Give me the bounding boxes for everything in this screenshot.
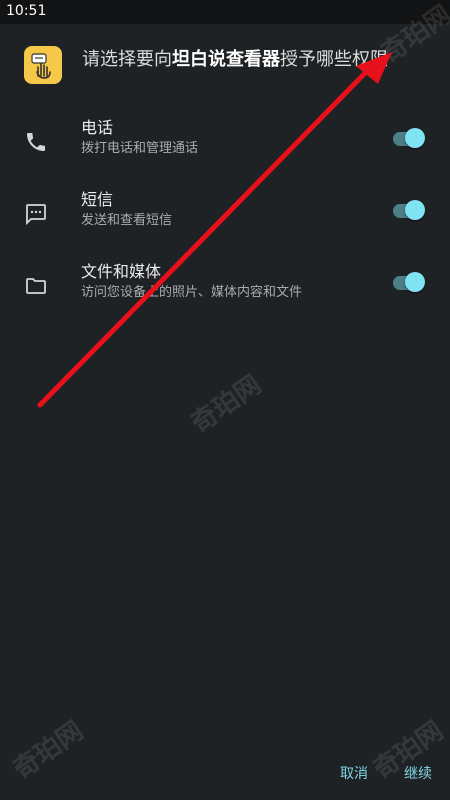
permission-row-sms[interactable]: 短信 发送和查看短信 xyxy=(0,190,450,250)
title-prefix: 请选择要向 xyxy=(82,49,172,70)
permission-row-phone[interactable]: 电话 拨打电话和管理通话 xyxy=(0,118,450,178)
permission-title: 短信 xyxy=(81,190,114,209)
status-bar: 10:51 xyxy=(0,0,450,24)
folder-icon xyxy=(24,274,48,298)
files-permission-toggle[interactable] xyxy=(393,272,425,294)
toggle-thumb xyxy=(405,200,425,220)
message-icon xyxy=(24,202,48,226)
watermark: 奇珀网 xyxy=(185,369,267,440)
permission-title: 文件和媒体 xyxy=(81,262,162,281)
permission-description: 拨打电话和管理通话 xyxy=(81,141,199,156)
continue-button[interactable]: 继续 xyxy=(404,764,432,784)
status-time: 10:51 xyxy=(6,3,47,19)
toggle-thumb xyxy=(405,272,425,292)
watermark: 奇珀网 xyxy=(7,715,89,786)
app-icon xyxy=(24,46,62,84)
permission-title: 电话 xyxy=(81,118,114,137)
app-name: 坦白说查看器 xyxy=(172,49,280,70)
toggle-thumb xyxy=(405,128,425,148)
phone-icon xyxy=(24,130,48,154)
sms-permission-toggle[interactable] xyxy=(393,200,425,222)
permission-row-files[interactable]: 文件和媒体 访问您设备上的照片、媒体内容和文件 xyxy=(0,262,450,322)
phone-permission-toggle[interactable] xyxy=(393,128,425,150)
title-suffix: 授予哪些权限 xyxy=(280,49,388,70)
cancel-button[interactable]: 取消 xyxy=(340,764,368,784)
permission-description: 访问您设备上的照片、媒体内容和文件 xyxy=(81,285,303,300)
permission-description: 发送和查看短信 xyxy=(81,213,173,228)
